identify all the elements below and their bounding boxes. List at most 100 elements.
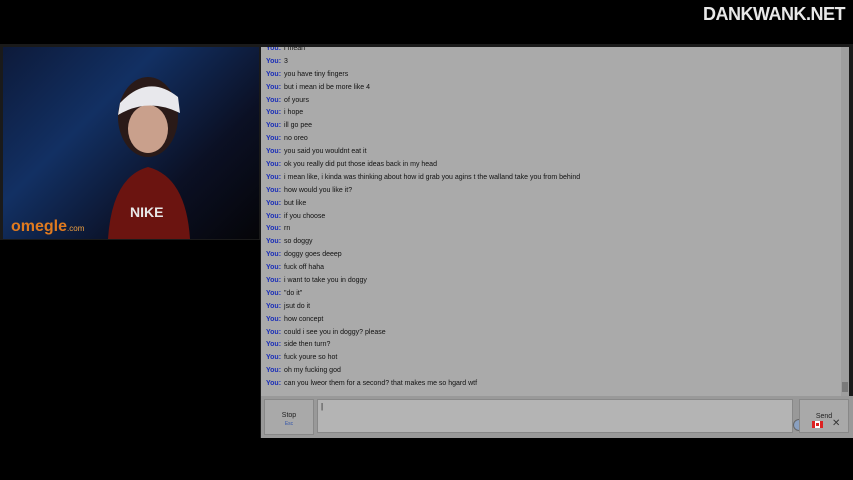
chat-message: You: rn bbox=[266, 223, 837, 236]
chat-message: You: oh my fucking god bbox=[266, 365, 837, 378]
chat-message: You: jsut do it bbox=[266, 301, 837, 314]
chat-message: You: 3 bbox=[266, 56, 837, 69]
chat-message-text: jsut do it bbox=[284, 302, 311, 310]
chat-message-text: so doggy bbox=[284, 238, 313, 246]
canada-flag-icon bbox=[812, 421, 823, 428]
chat-message: You: if you choose bbox=[266, 211, 837, 224]
chat-message-text: you said you wouldnt eat it bbox=[284, 148, 367, 156]
chat-message-sender: You: bbox=[266, 367, 282, 375]
chat-message-sender: You: bbox=[266, 161, 282, 169]
watermark: DANKWANK.NET bbox=[703, 4, 846, 24]
stop-button[interactable]: Stop Esc bbox=[264, 399, 314, 435]
chat-message-sender: You: bbox=[266, 315, 282, 323]
chat-message-sender: You: bbox=[266, 238, 282, 246]
stranger-video: NIKE omegle.com bbox=[3, 47, 259, 239]
chat-controls: Stop Esc | Send ✕ bbox=[261, 396, 853, 438]
chat-message: You: i mean bbox=[266, 47, 837, 56]
chat-message-sender: You: bbox=[266, 83, 282, 91]
chat-message-text: doggy goes deeep bbox=[284, 251, 342, 259]
chat-message-text: i hope bbox=[284, 109, 304, 117]
chat-message-text: 3 bbox=[284, 57, 288, 65]
chat-message: You: ok you really did put those ideas ba… bbox=[266, 159, 837, 172]
chat-message-text: ok you really did put those ideas back i… bbox=[284, 161, 437, 169]
chat-message-sender: You: bbox=[266, 328, 282, 336]
chat-message: You: but like bbox=[266, 198, 837, 211]
chat-message-sender: You: bbox=[266, 380, 282, 388]
chat-message-text: fuck off haha bbox=[284, 264, 325, 272]
chat-message: You: side then turn? bbox=[266, 339, 837, 352]
chat-message-sender: You: bbox=[266, 148, 282, 156]
self-video bbox=[0, 240, 260, 438]
chat-message-text: if you choose bbox=[284, 212, 326, 220]
send-button[interactable]: Send bbox=[799, 399, 849, 433]
chat-message: You: so doggy bbox=[266, 236, 837, 249]
chat-message-text: how would you like it? bbox=[284, 186, 353, 194]
chat-message-sender: You: bbox=[266, 225, 282, 233]
chat-message-sender: You: bbox=[266, 302, 282, 310]
chat-message-sender: You: bbox=[266, 354, 282, 362]
chat-message: You: how concept bbox=[266, 314, 837, 327]
chat-message-sender: You: bbox=[266, 199, 282, 207]
chat-message: You: fuck youre so hot bbox=[266, 352, 837, 365]
chat-message-sender: You: bbox=[266, 341, 282, 349]
chat-message-text: no oreo bbox=[284, 135, 308, 143]
chat-message: You: i hope bbox=[266, 107, 837, 120]
chat-message-sender: You: bbox=[266, 70, 282, 78]
chat-message: You: doggy goes deeep bbox=[266, 249, 837, 262]
chat-message-text: of yours bbox=[284, 96, 309, 104]
chat-message-text: i want to take you in doggy bbox=[284, 277, 367, 285]
omegle-logo: omegle.com bbox=[11, 218, 85, 235]
chat-message-text: "do it" bbox=[284, 289, 303, 297]
chat-message: You: you have tiny fingers bbox=[266, 69, 837, 82]
chat-message-sender: You: bbox=[266, 289, 282, 297]
chat-message: You: could i see you in doggy? please bbox=[266, 327, 837, 340]
chat-message-text: can you lweor them for a second? that ma… bbox=[284, 380, 478, 388]
chat-message-sender: You: bbox=[266, 47, 282, 52]
chat-message: You: fuck off haha bbox=[266, 262, 837, 275]
chat-message-text: i mean bbox=[284, 47, 306, 52]
chat-message: You: how would you like it? bbox=[266, 185, 837, 198]
chat-message-text: rn bbox=[284, 225, 291, 233]
chat-log: You: i mean You: 3 You: you have tiny fingers… bbox=[266, 47, 837, 391]
chat-message-text: fuck youre so hot bbox=[284, 354, 338, 362]
chat-message: You: of yours bbox=[266, 95, 837, 108]
chat-message: You: ill go pee bbox=[266, 120, 837, 133]
chat-message-text: but like bbox=[284, 199, 307, 207]
chat-scrollbar[interactable] bbox=[841, 47, 849, 396]
chat-scrollbar-thumb[interactable] bbox=[842, 382, 848, 392]
stop-button-label: Stop bbox=[281, 412, 297, 419]
chat-message-text: you have tiny fingers bbox=[284, 70, 349, 78]
chat-message-sender: You: bbox=[266, 264, 282, 272]
chat-message-text: could i see you in doggy? please bbox=[284, 328, 386, 336]
chat-message-text: side then turn? bbox=[284, 341, 331, 349]
chat-message-sender: You: bbox=[266, 96, 282, 104]
chat-message-text: how concept bbox=[284, 315, 324, 323]
chat-message-sender: You: bbox=[266, 212, 282, 220]
close-icon[interactable]: ✕ bbox=[832, 418, 840, 429]
chat-message-sender: You: bbox=[266, 186, 282, 194]
stop-button-hint: Esc bbox=[284, 421, 294, 427]
chat-message: You: "do it" bbox=[266, 288, 837, 301]
chat-message-text: but i mean id be more like 4 bbox=[284, 83, 371, 91]
chat-message-sender: You: bbox=[266, 122, 282, 130]
chat-message: You: no oreo bbox=[266, 133, 837, 146]
chat-message-sender: You: bbox=[266, 251, 282, 259]
chat-message-text: ill go pee bbox=[284, 122, 313, 130]
stranger-video-figure: NIKE bbox=[108, 77, 190, 239]
chat-message: You: but i mean id be more like 4 bbox=[266, 82, 837, 95]
chat-message: You: i want to take you in doggy bbox=[266, 275, 837, 288]
chat-message-sender: You: bbox=[266, 109, 282, 117]
chat-message-sender: You: bbox=[266, 57, 282, 65]
chat-message-sender: You: bbox=[266, 135, 282, 143]
message-input[interactable]: | bbox=[317, 399, 793, 433]
chat-message: You: you said you wouldnt eat it bbox=[266, 146, 837, 159]
chat-message: You: i mean like, i kinda was thinking ab… bbox=[266, 172, 837, 185]
chat-message-text: oh my fucking god bbox=[284, 367, 341, 375]
chat-message-sender: You: bbox=[266, 277, 282, 285]
send-button-label: Send bbox=[815, 413, 833, 420]
chat-message-sender: You: bbox=[266, 173, 282, 181]
chat-message: You: can you lweor them for a second? tha… bbox=[266, 378, 837, 391]
svg-text:NIKE: NIKE bbox=[130, 204, 163, 220]
chat-log-panel[interactable]: You: i mean You: 3 You: you have tiny fingers… bbox=[261, 47, 849, 396]
chat-message-text: i mean like, i kinda was thinking about … bbox=[284, 173, 581, 181]
